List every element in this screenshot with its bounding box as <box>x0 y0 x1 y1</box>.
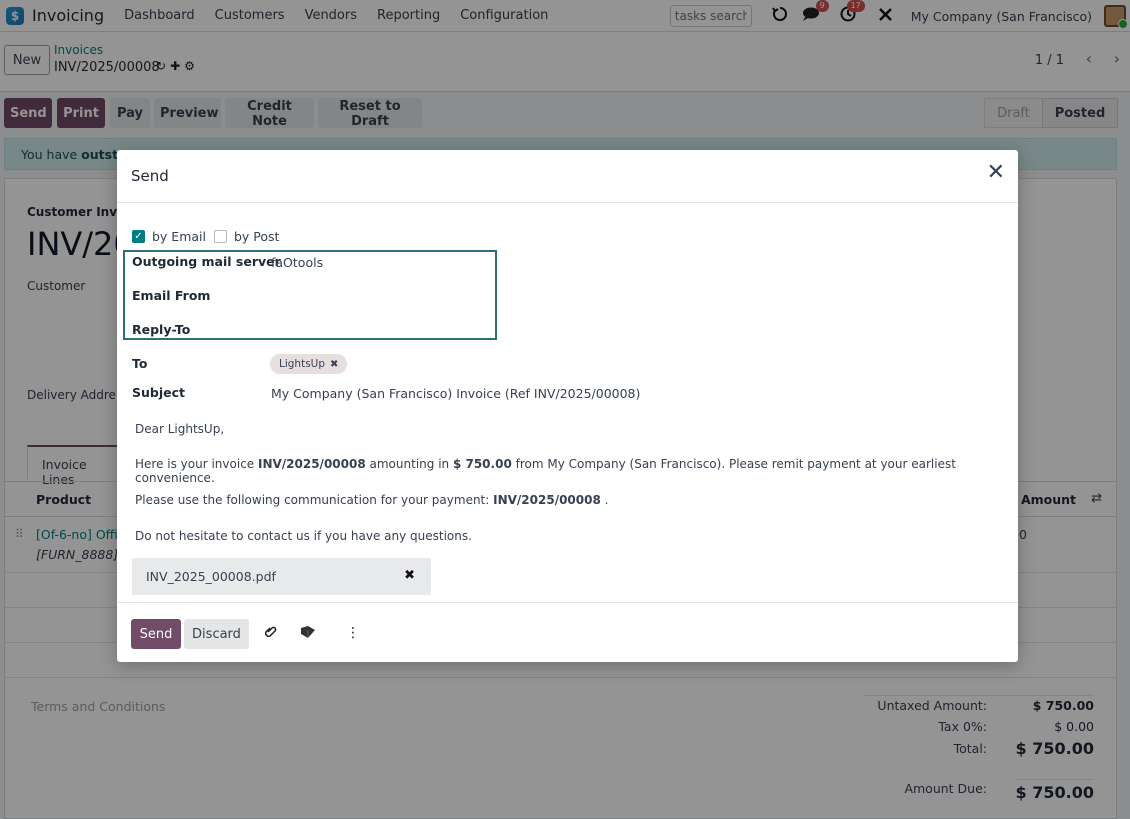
checkbox-unchecked-icon[interactable] <box>214 230 227 243</box>
checkbox-checked-icon[interactable]: ✓ <box>132 230 145 243</box>
dialog-send-button[interactable]: Send <box>131 619 181 649</box>
template-book-icon[interactable] <box>300 625 316 643</box>
body-paragraph-1: Here is your invoice INV/2025/00008 amou… <box>135 457 956 485</box>
remove-attachment-icon[interactable]: ✖ <box>404 568 415 583</box>
close-icon[interactable]: ✕ <box>987 162 1005 184</box>
more-options-icon[interactable]: ⋮ <box>346 625 360 641</box>
reply-to-label: Reply-To <box>132 322 191 337</box>
attachment-chip[interactable]: INV_2025_00008.pdf ✖ <box>132 558 431 595</box>
send-dialog: Send ✕ ✓ by Email by Post Outgoing mail … <box>117 150 1018 662</box>
email-from-label: Email From <box>132 288 211 303</box>
body-paragraph-2: Please use the following communication f… <box>135 493 609 507</box>
by-post-label: by Post <box>234 229 280 244</box>
by-email-checkbox[interactable]: ✓ by Email <box>132 229 206 244</box>
by-post-checkbox[interactable]: by Post <box>214 229 279 244</box>
recipient-tag[interactable]: LightsUp ✖ <box>270 354 348 374</box>
subject-label: Subject <box>132 385 185 400</box>
dialog-title: Send <box>131 167 169 185</box>
dialog-header: Send ✕ <box>117 150 1018 203</box>
outgoing-mail-server-field[interactable]: faOtools <box>271 255 323 270</box>
recipient-tag-label: LightsUp <box>279 358 326 370</box>
outgoing-mail-server-label: Outgoing mail server <box>132 254 281 269</box>
discard-button[interactable]: Discard <box>184 619 249 649</box>
body-greeting: Dear LightsUp, <box>135 422 225 436</box>
dialog-footer: Send Discard ⋮ <box>117 602 1018 662</box>
reply-to-field[interactable] <box>271 322 471 338</box>
body-paragraph-3: Do not hesitate to contact us if you hav… <box>135 529 472 543</box>
to-label: To <box>132 356 148 371</box>
remove-tag-icon[interactable]: ✖ <box>330 359 338 370</box>
by-email-label: by Email <box>152 229 206 244</box>
subject-field[interactable]: My Company (San Francisco) Invoice (Ref … <box>271 386 640 401</box>
attachment-name[interactable]: INV_2025_00008.pdf <box>146 569 276 584</box>
email-from-field[interactable] <box>271 288 471 304</box>
paperclip-icon[interactable] <box>264 625 277 642</box>
